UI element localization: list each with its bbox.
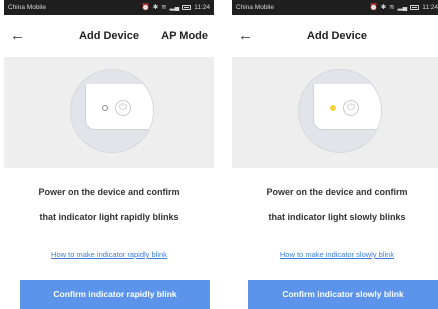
instruction-text: Power on the device and confirm that ind… — [232, 180, 438, 230]
device-body: ⏻ — [313, 84, 381, 130]
alarm-icon: ⏰ — [369, 4, 378, 11]
indicator-light-icon — [330, 105, 336, 111]
phone-screen-ez-mode: China Mobile ⏰ ✱ ≋ ▂▄ 11:24 ← Add Device… — [232, 0, 438, 309]
status-icons: ⏰ ✱ ≋ ▂▄ 11:24 — [370, 0, 438, 15]
power-icon: ⏻ — [343, 100, 359, 116]
status-bar: China Mobile ⏰ ✱ ≋ ▂▄ 11:24 — [4, 0, 214, 15]
confirm-button[interactable]: Confirm indicator slowly blink — [248, 280, 438, 309]
battery-icon — [182, 5, 192, 10]
device-circle: ⏻ — [298, 69, 382, 153]
signal-icon: ▂▄ — [169, 4, 180, 11]
signal-icon: ▂▄ — [397, 4, 408, 11]
nav-bar: ← Add Device — [232, 15, 438, 57]
device-circle: ⏻ — [70, 69, 154, 153]
help-link[interactable]: How to make indicator slowly blink — [232, 250, 438, 259]
device-body: ⏻ — [85, 84, 153, 130]
status-icons: ⏰ ✱ ≋ ▂▄ 11:24 — [142, 0, 210, 15]
instruction-line-2: that indicator light slowly blinks — [268, 212, 406, 222]
phone-screen-ap-mode: China Mobile ⏰ ✱ ≋ ▂▄ 11:24 ← Add Device… — [4, 0, 214, 309]
confirm-button[interactable]: Confirm indicator rapidly blink — [20, 280, 210, 309]
ap-mode-button[interactable]: AP Mode — [161, 30, 208, 42]
clock-time: 11:24 — [422, 4, 438, 11]
instruction-text: Power on the device and confirm that ind… — [4, 180, 214, 230]
clock-time: 11:24 — [194, 4, 210, 11]
nav-bar: ← Add Device AP Mode — [4, 15, 214, 57]
wifi-icon: ≋ — [389, 4, 395, 11]
carrier-label: China Mobile — [236, 4, 274, 11]
instruction-line-2: that indicator light rapidly blinks — [39, 212, 179, 222]
wifi-icon: ≋ — [161, 4, 167, 11]
alarm-icon: ⏰ — [141, 4, 150, 11]
status-bar: China Mobile ⏰ ✱ ≋ ▂▄ 11:24 — [232, 0, 438, 15]
indicator-light-icon — [102, 105, 108, 111]
bluetooth-icon: ✱ — [152, 4, 159, 11]
instruction-line-1: Power on the device and confirm — [266, 187, 408, 197]
help-link[interactable]: How to make indicator rapidly blink — [4, 250, 214, 259]
carrier-label: China Mobile — [8, 4, 46, 11]
power-icon: ⏻ — [115, 100, 131, 116]
bluetooth-icon: ✱ — [380, 4, 387, 11]
battery-icon — [410, 5, 420, 10]
page-title: Add Device — [307, 30, 367, 42]
device-illustration: ⏻ — [232, 57, 438, 168]
instruction-line-1: Power on the device and confirm — [38, 187, 180, 197]
device-illustration: ⏻ — [4, 57, 214, 168]
